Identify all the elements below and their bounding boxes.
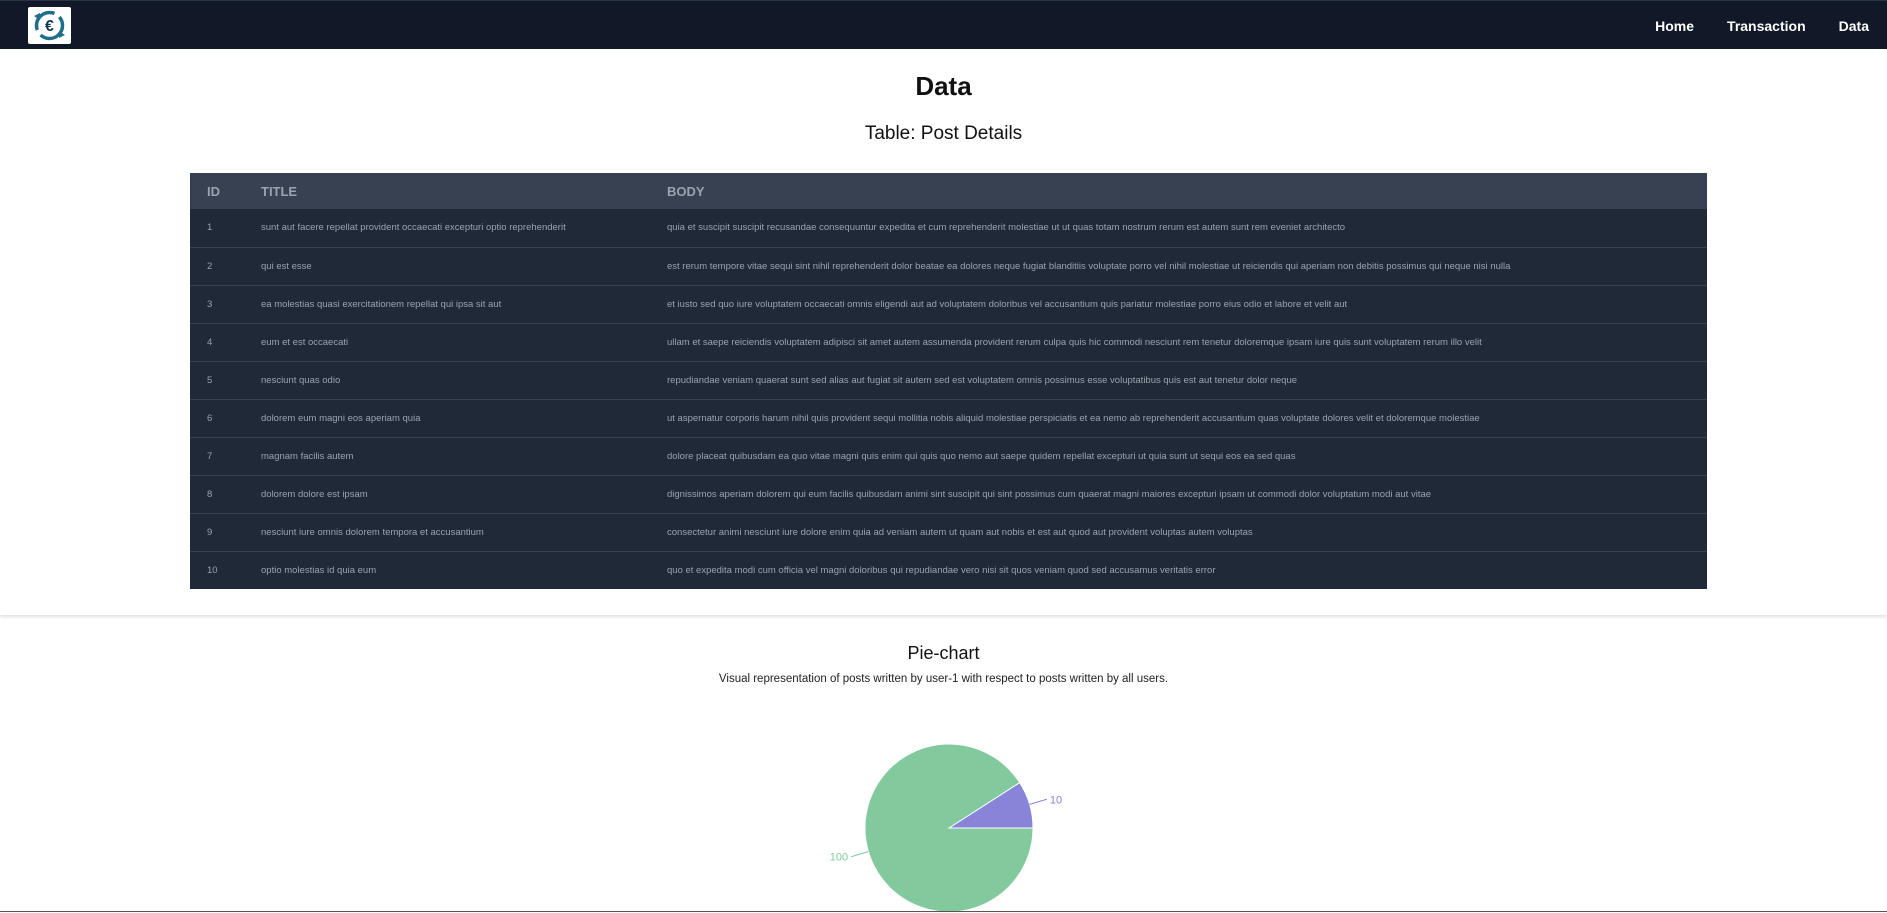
table-row: 8 dolorem dolore est ipsam dignissimos a… [190, 475, 1707, 513]
table-row: 2 qui est esse est rerum tempore vitae s… [190, 247, 1707, 285]
cell-body: dolore placeat quibusdam ea quo vitae ma… [667, 450, 1296, 462]
cell-id: 6 [207, 412, 213, 424]
table-row: 9 nesciunt iure omnis dolorem tempora et… [190, 513, 1707, 551]
table-row: 1 sunt aut facere repellat provident occ… [190, 209, 1707, 247]
table-header-row: ID TITLE BODY [190, 173, 1707, 209]
post-details-table: ID TITLE BODY 1 sunt aut facere repellat… [190, 173, 1707, 589]
cell-body: dignissimos aperiam dolorem qui eum faci… [667, 488, 1432, 500]
pie-slice-1[interactable] [864, 743, 1034, 913]
table-caption: Table: Post Details [864, 123, 1023, 144]
navbar: € Home Transaction Data [0, 0, 1887, 49]
cell-id: 3 [207, 298, 213, 310]
cell-title: qui est esse [261, 260, 312, 272]
cell-title: dolorem dolore est ipsam [261, 488, 368, 500]
table-row: 10 optio molestias id quia eum quo et ex… [190, 551, 1707, 589]
currency-exchange-icon: € [34, 10, 65, 41]
cell-title: nesciunt iure omnis dolorem tempora et a… [261, 526, 484, 538]
header-body: BODY [667, 183, 705, 199]
cell-id: 9 [207, 526, 213, 538]
cell-body: ullam et saepe reiciendis voluptatem adi… [667, 336, 1482, 348]
cell-body: quo et expedita modi cum officia vel mag… [667, 564, 1216, 576]
cell-title: magnam facilis autem [261, 450, 354, 462]
pie-label-1: 100 [830, 852, 848, 864]
pie-chart: 10 100 [830, 743, 1062, 913]
nav-link-data[interactable]: Data [1839, 18, 1869, 34]
svg-text:€: € [45, 18, 54, 35]
cell-body: et iusto sed quo iure voluptatem occaeca… [667, 298, 1348, 310]
cell-id: 10 [207, 564, 218, 576]
table-row: 4 eum et est occaecati ullam et saepe re… [190, 323, 1707, 361]
cell-body: quia et suscipit suscipit recusandae con… [667, 222, 1346, 234]
logo[interactable]: € [28, 7, 71, 44]
cell-title: nesciunt quas odio [261, 374, 341, 386]
cell-body: repudiandae veniam quaerat sunt sed alia… [667, 374, 1298, 386]
cell-title: optio molestias id quia eum [261, 564, 377, 576]
page-title: Data [915, 71, 972, 101]
cell-id: 7 [207, 450, 213, 462]
cell-title: ea molestias quasi exercitationem repell… [261, 298, 502, 310]
table-row: 5 nesciunt quas odio repudiandae veniam … [190, 361, 1707, 399]
nav-link-transaction[interactable]: Transaction [1727, 18, 1806, 34]
pie-chart-section: Pie-chart Visual representation of posts… [0, 615, 1887, 913]
header-id: ID [207, 183, 220, 199]
cell-title: sunt aut facere repellat provident occae… [261, 222, 566, 234]
cell-id: 4 [207, 336, 213, 348]
table-row: 6 dolorem eum magni eos aperiam quia ut … [190, 399, 1707, 437]
cell-id: 1 [207, 222, 213, 234]
cell-id: 8 [207, 488, 213, 500]
cell-id: 2 [207, 260, 213, 272]
pie-chart-title: Pie-chart [907, 643, 980, 663]
table-row: 3 ea molestias quasi exercitationem repe… [190, 285, 1707, 323]
cell-body: ut aspernatur corporis harum nihil quis … [667, 412, 1480, 424]
cell-body: consectetur animi nesciunt iure dolore e… [667, 526, 1253, 538]
table-row: 7 magnam facilis autem dolore placeat qu… [190, 437, 1707, 475]
pie-label-line-1 [850, 851, 869, 858]
cell-title: eum et est occaecati [261, 336, 349, 348]
pie-label-0: 10 [1050, 794, 1062, 806]
pie-label-line-0 [1029, 798, 1048, 805]
cell-id: 5 [207, 374, 213, 386]
cell-body: est rerum tempore vitae sequi sint nihil… [667, 260, 1511, 272]
header-title: TITLE [261, 183, 298, 199]
pie-chart-description: Visual representation of posts written b… [718, 673, 1169, 685]
cell-title: dolorem eum magni eos aperiam quia [261, 412, 421, 424]
nav-link-home[interactable]: Home [1655, 18, 1694, 34]
data-section: Data Table: Post Details ID TITLE BODY 1… [0, 49, 1887, 615]
